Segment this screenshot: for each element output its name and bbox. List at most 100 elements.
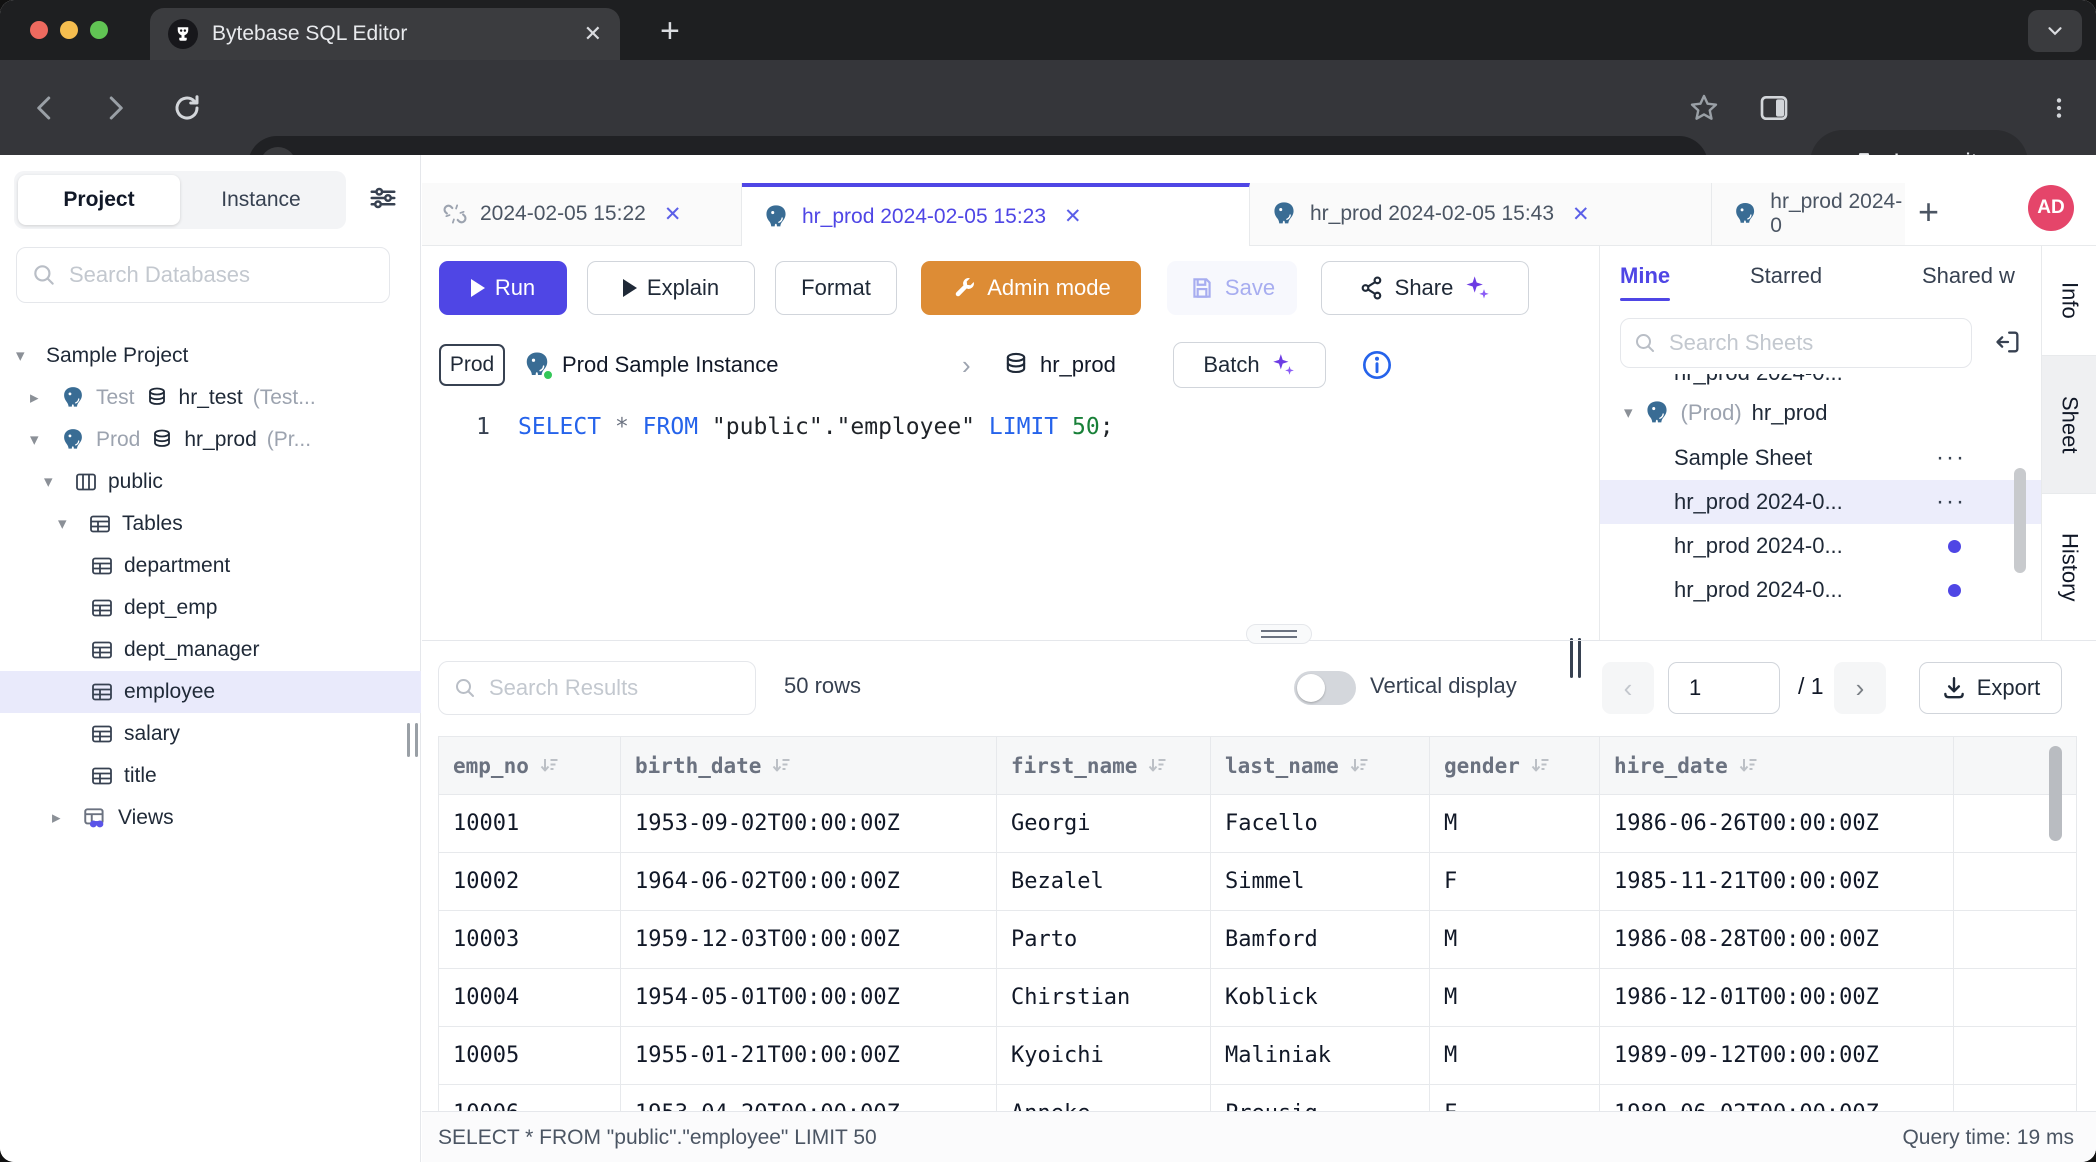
worksheet-tab-3[interactable]: hr_prod 2024-02-05 15:43 ✕ [1250,183,1712,245]
tree-item-table-department[interactable]: department [0,545,421,587]
instance-breadcrumb[interactable]: Prod Sample Instance [522,350,778,380]
caret-down-icon[interactable]: ▾ [1624,403,1633,423]
download-icon [1941,675,1967,701]
filter-sliders-icon[interactable] [368,183,398,213]
window-close-button[interactable] [30,21,48,39]
worksheet-tab-4[interactable]: hr_prod 2024-0 [1712,183,1905,245]
caret-down-icon[interactable]: ▾ [44,472,64,492]
sort-icon[interactable] [1147,756,1169,776]
window-zoom-button[interactable] [90,21,108,39]
close-tab-icon[interactable]: ✕ [1572,202,1590,227]
tree-item-table-employee[interactable]: employee [0,671,421,713]
tree-item-hr-prod[interactable]: ▾ Prod hr_prod (Pr... [0,419,421,461]
search-databases-input[interactable]: Search Databases [16,247,390,303]
database-breadcrumb[interactable]: hr_prod [1002,351,1116,379]
tab-instance[interactable]: Instance [180,175,342,225]
tree-item-schema-public[interactable]: ▾ public [0,461,421,503]
sort-icon[interactable] [1738,756,1760,776]
new-worksheet-icon[interactable]: + [1918,191,1939,233]
caret-right-icon[interactable]: ▸ [30,388,50,408]
splitter-drag-handle[interactable] [1246,624,1312,644]
sheet-item-clipped-top[interactable]: hr_prod 2024-0... [1600,374,2041,390]
search-sheets-input[interactable]: Search Sheets [1620,318,1972,368]
reload-icon[interactable] [162,60,212,155]
user-avatar[interactable]: AD [2028,185,2074,231]
rail-tab-info[interactable]: Info [2042,246,2096,356]
close-tab-icon[interactable]: ✕ [1064,204,1082,229]
batch-button[interactable]: Batch [1173,342,1326,388]
tree-item-table-salary[interactable]: salary [0,713,421,755]
sheet-item-sample-sheet[interactable]: Sample Sheet ··· [1600,436,2041,480]
more-options-icon[interactable]: ··· [1936,488,1966,516]
browser-new-tab-icon[interactable]: + [660,12,680,51]
sort-icon[interactable] [539,756,561,776]
postgres-icon [762,203,790,231]
tree-item-table-dept-manager[interactable]: dept_manager [0,629,421,671]
worksheet-tab-2-active[interactable]: hr_prod 2024-02-05 15:23 ✕ [742,183,1250,246]
tree-item-table-dept-emp[interactable]: dept_emp [0,587,421,629]
worksheet-tab-1[interactable]: 2024-02-05 15:22 ✕ [422,183,742,245]
tab-shared-with-me[interactable]: Shared w [1922,263,2015,289]
side-panel-icon[interactable] [1758,60,1790,155]
connection-info-icon[interactable] [1361,349,1393,381]
column-header-birth_date[interactable]: birth_date [621,737,997,795]
sheet-item-unsaved-1[interactable]: hr_prod 2024-0... [1600,524,2041,568]
share-button[interactable]: Share [1321,261,1529,315]
column-header-hire_date[interactable]: hire_date [1600,737,1954,795]
sheet-item-current[interactable]: hr_prod 2024-0... ··· [1600,480,2041,524]
tab-mine[interactable]: Mine [1620,263,1670,289]
save-button[interactable]: Save [1167,261,1297,315]
tree-item-views[interactable]: ▸ Views [0,797,421,839]
caret-down-icon[interactable]: ▾ [30,430,50,450]
export-button[interactable]: Export [1919,662,2062,714]
sheet-group-hr-prod[interactable]: ▾ (Prod) hr_prod [1600,390,2041,436]
table-cell: 1986-06-26T00:00:00Z [1600,795,1954,853]
browser-tab-close-icon[interactable]: ✕ [584,21,602,47]
format-button[interactable]: Format [775,261,897,315]
bookmark-star-icon[interactable] [1688,60,1720,155]
tree-label: title [124,764,157,788]
back-icon[interactable] [20,60,70,155]
explain-button[interactable]: Explain [587,261,755,315]
sql-editor[interactable]: 1 SELECT * FROM "public"."employee" LIMI… [422,400,1598,640]
sort-icon[interactable] [1530,756,1552,776]
window-minimize-button[interactable] [60,21,78,39]
caret-down-icon[interactable]: ▾ [58,514,78,534]
rail-tab-sheet[interactable]: Sheet [2042,356,2096,494]
prev-page-button[interactable]: ‹ [1602,662,1654,714]
caret-right-icon[interactable]: ▸ [52,808,72,828]
more-options-icon[interactable]: ··· [1936,444,1966,472]
sheet-item-unsaved-2[interactable]: hr_prod 2024-0... [1600,568,2041,612]
next-page-button[interactable]: › [1834,662,1886,714]
tree-item-table-title[interactable]: title [0,755,421,797]
tab-search-chevron-icon[interactable] [2028,10,2082,52]
sort-icon[interactable] [1349,756,1371,776]
page-number-input[interactable] [1668,662,1780,714]
rail-tab-history[interactable]: History [2042,494,2096,640]
forward-icon[interactable] [90,60,140,155]
vertical-display-toggle[interactable] [1294,671,1356,705]
tree-item-hr-test[interactable]: ▸ Test hr_test (Test... [0,377,421,419]
tree-item-tables[interactable]: ▾ Tables [0,503,421,545]
column-header-gender[interactable]: gender [1430,737,1600,795]
tab-starred[interactable]: Starred [1750,263,1822,289]
search-results-input[interactable]: Search Results [438,661,756,715]
column-header-emp_no[interactable]: emp_no [439,737,621,795]
table-cell: M [1430,1027,1600,1085]
results-scrollbar[interactable] [2049,746,2062,841]
run-button[interactable]: Run [439,261,567,315]
chrome-menu-icon[interactable] [2046,60,2072,155]
caret-down-icon[interactable]: ▾ [16,346,36,366]
close-tab-icon[interactable]: ✕ [664,202,682,227]
tree-item-project[interactable]: ▾ Sample Project [0,335,421,377]
column-header-first_name[interactable]: first_name [997,737,1211,795]
admin-mode-button[interactable]: Admin mode [921,261,1141,315]
sort-icon[interactable] [771,756,793,776]
sidebar-resize-handle[interactable] [407,723,418,757]
sheet-list-scrollbar[interactable] [2014,468,2026,573]
column-header-last_name[interactable]: last_name [1211,737,1430,795]
tab-project[interactable]: Project [18,175,180,225]
collapse-panel-icon[interactable] [1994,328,2022,356]
tree-label: department [124,554,230,578]
browser-tab[interactable]: Bytebase SQL Editor ✕ [150,8,620,60]
